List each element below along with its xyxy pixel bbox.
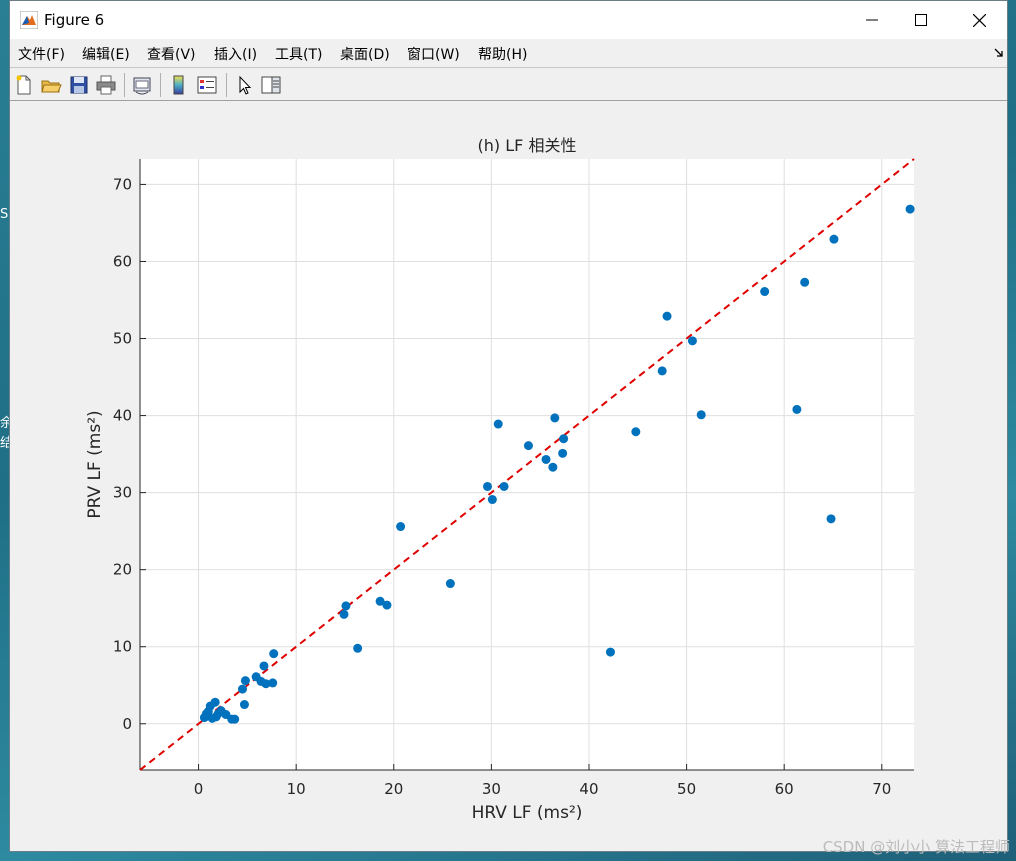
matlab-app-icon (20, 11, 38, 29)
maximize-icon (915, 14, 927, 26)
x-tick-label: 60 (775, 780, 794, 798)
y-tick-label: 0 (122, 715, 132, 733)
data-point (493, 419, 503, 429)
data-point (800, 277, 810, 287)
x-axis-label: HRV LF (ms²) (472, 803, 583, 823)
data-point (523, 441, 533, 451)
menu-insert[interactable]: 插入(I) (214, 44, 257, 64)
save-icon[interactable] (68, 74, 90, 96)
menu-help[interactable]: 帮助(H) (478, 44, 527, 64)
minimize-icon (866, 19, 878, 21)
toolbar-separator (124, 73, 125, 97)
x-tick-label: 30 (482, 780, 501, 798)
close-button[interactable] (950, 1, 1008, 39)
data-point (339, 609, 349, 619)
data-point (829, 234, 839, 244)
data-point (499, 481, 509, 491)
figure-window: Figure 6 文件(F) 编辑(E) 查看(V) 插入(I) 工具(T) 桌… (9, 0, 1008, 852)
link-plot-icon[interactable] (131, 74, 153, 96)
data-point (382, 600, 392, 610)
open-file-icon[interactable] (40, 74, 62, 96)
y-tick-label: 50 (113, 330, 132, 348)
data-point (687, 336, 697, 346)
data-point (657, 366, 667, 376)
data-point (548, 462, 558, 472)
insert-colorbar-icon[interactable] (168, 74, 190, 96)
y-tick-label: 20 (113, 561, 132, 579)
x-tick-label: 0 (194, 780, 204, 798)
x-tick-label: 20 (384, 780, 403, 798)
y-tick-label: 40 (113, 407, 132, 425)
data-point (396, 522, 406, 532)
title-bar[interactable]: Figure 6 (10, 1, 1007, 39)
menu-tools[interactable]: 工具(T) (275, 44, 322, 64)
maximize-button[interactable] (892, 1, 950, 39)
close-icon (972, 13, 986, 27)
scatter-plot[interactable]: 0 10 20 30 40 50 60 70 0 10 20 30 40 50 60 70 (h) LF 相关性… (10, 102, 1007, 851)
data-point (210, 697, 220, 707)
data-point (605, 647, 615, 657)
data-point (487, 495, 497, 505)
menu-desktop[interactable]: 桌面(D) (340, 44, 390, 64)
dock-arrow-icon[interactable] (994, 48, 1004, 58)
data-point (237, 684, 247, 694)
desktop-fragment-1: S (0, 207, 9, 222)
window-title: Figure 6 (44, 11, 105, 29)
data-point (269, 649, 279, 659)
x-tick-label: 50 (677, 780, 696, 798)
insert-legend-icon[interactable] (196, 74, 218, 96)
menu-window[interactable]: 窗口(W) (407, 44, 460, 64)
data-point (541, 454, 551, 464)
data-point (559, 434, 569, 444)
y-tick-label: 30 (113, 484, 132, 502)
chart-title: (h) LF 相关性 (478, 136, 577, 155)
data-point (482, 481, 492, 491)
data-point (445, 579, 455, 589)
data-point (341, 601, 351, 611)
menu-edit[interactable]: 编辑(E) (82, 44, 130, 64)
data-point (826, 514, 836, 524)
x-tick-label: 10 (287, 780, 306, 798)
data-point (259, 661, 269, 671)
data-point (240, 676, 250, 686)
data-point (558, 448, 568, 458)
toolbar (10, 67, 1007, 101)
data-point (696, 410, 706, 420)
data-point (230, 714, 240, 724)
data-point (631, 427, 641, 437)
menu-file[interactable]: 文件(F) (18, 44, 65, 64)
menu-view[interactable]: 查看(V) (147, 44, 196, 64)
data-point (268, 678, 278, 688)
y-tick-label: 10 (113, 638, 132, 656)
new-figure-icon[interactable] (13, 74, 35, 96)
y-tick-label: 60 (113, 252, 132, 270)
y-tick-label: 70 (113, 175, 132, 193)
data-point (239, 700, 249, 710)
toolbar-separator (226, 73, 227, 97)
y-axis-label: PRV LF (ms²) (85, 410, 105, 518)
property-inspector-icon[interactable] (260, 74, 282, 96)
menu-bar: 文件(F) 编辑(E) 查看(V) 插入(I) 工具(T) 桌面(D) 窗口(W… (10, 39, 1007, 67)
data-point (353, 643, 363, 653)
toolbar-separator (160, 73, 161, 97)
data-point (550, 413, 560, 423)
data-point (760, 287, 770, 297)
data-point (792, 404, 802, 414)
data-point (905, 204, 915, 214)
x-tick-label: 70 (872, 780, 891, 798)
edit-plot-cursor-icon[interactable] (233, 74, 255, 96)
watermark: CSDN @刘小小 算法工程师 (822, 838, 1010, 856)
figure-canvas: 0 10 20 30 40 50 60 70 0 10 20 30 40 50 60 70 (h) LF 相关性… (10, 102, 1007, 851)
x-tick-label: 40 (579, 780, 598, 798)
print-icon[interactable] (95, 74, 117, 96)
data-point (662, 311, 672, 321)
